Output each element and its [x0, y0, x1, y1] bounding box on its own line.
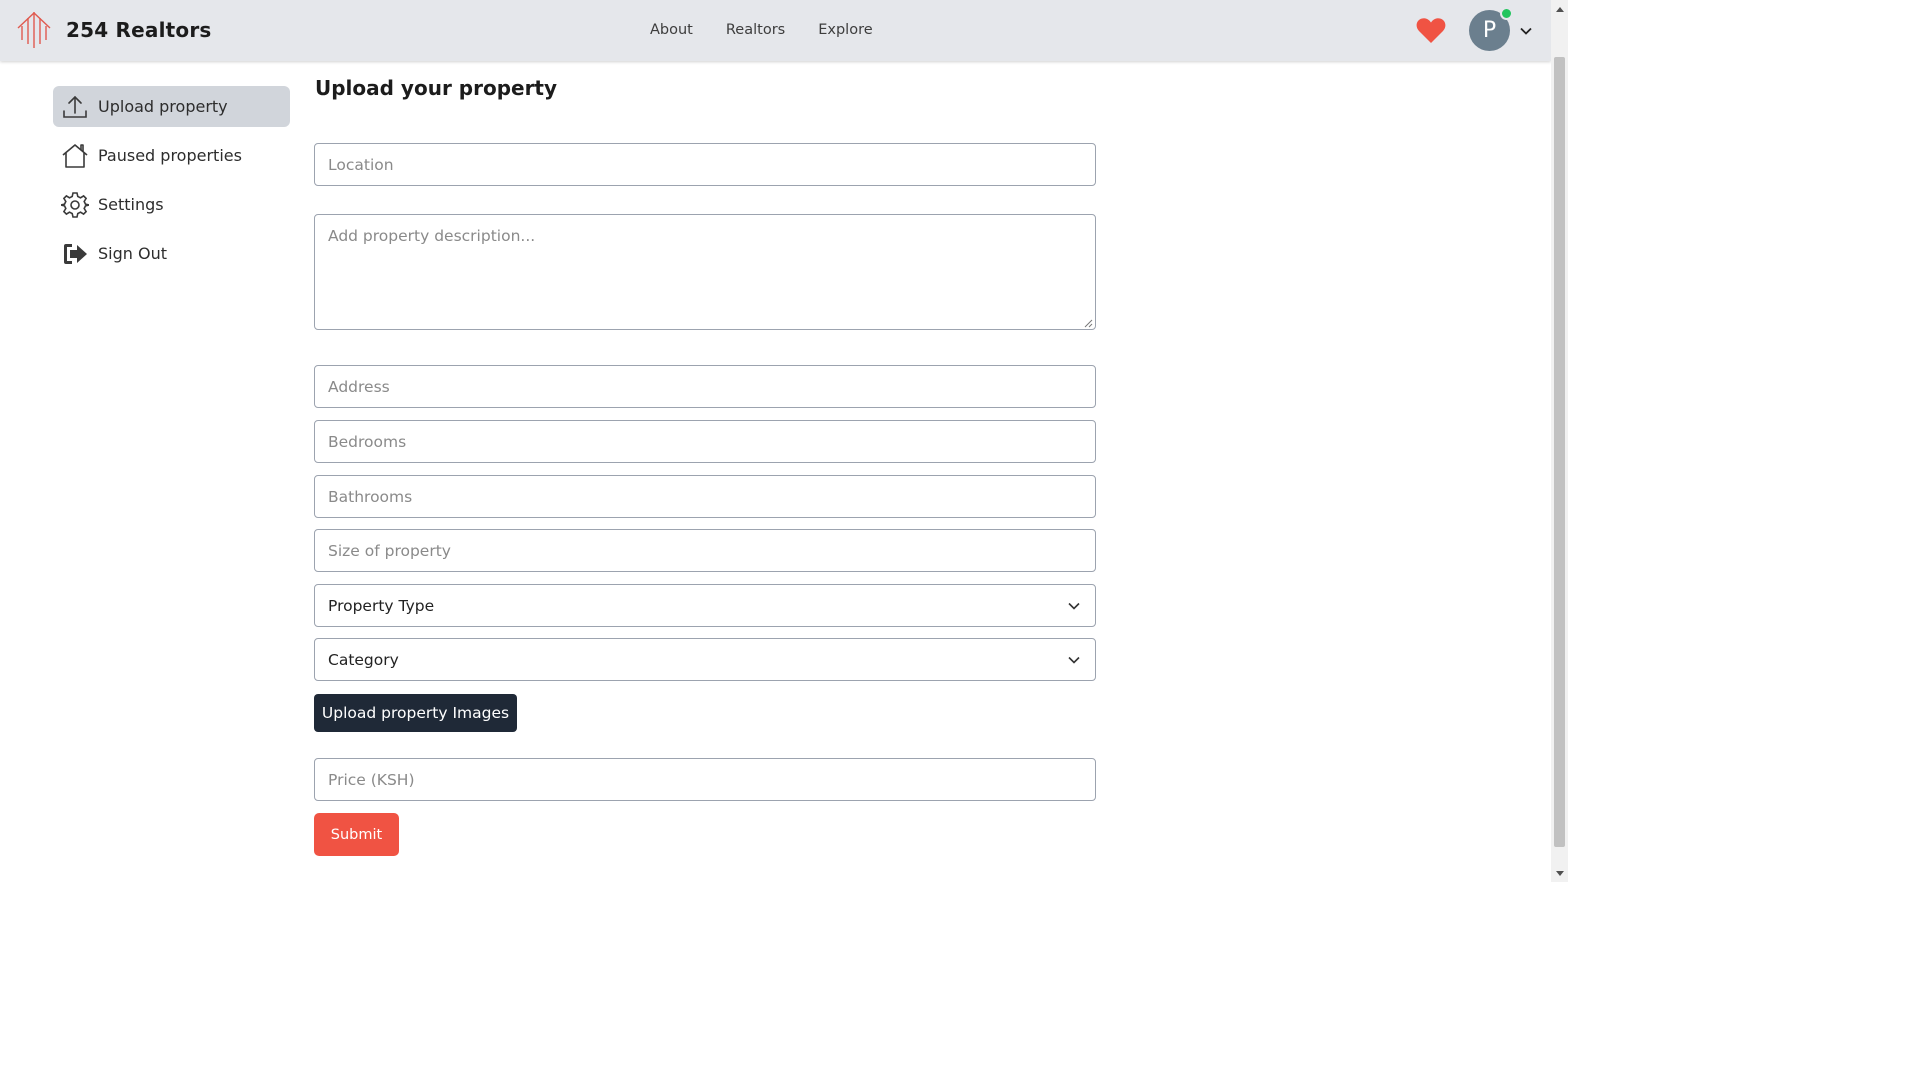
- chevron-down-icon[interactable]: [1519, 24, 1533, 38]
- resize-handle-icon[interactable]: [1083, 318, 1093, 328]
- chevron-down-icon: [1068, 602, 1080, 610]
- logo-icon: [17, 12, 51, 48]
- sidebar-item-label: Paused properties: [98, 146, 242, 165]
- nav-explore[interactable]: Explore: [818, 22, 872, 38]
- bedrooms-input[interactable]: [314, 420, 1096, 463]
- scroll-thumb[interactable]: [1554, 57, 1565, 847]
- category-select[interactable]: Category: [314, 638, 1096, 681]
- sidebar-item-label: Settings: [98, 195, 164, 214]
- bathrooms-input[interactable]: [314, 475, 1096, 518]
- sidebar-item-sign-out[interactable]: Sign Out: [53, 233, 290, 274]
- property-type-select[interactable]: Property Type: [314, 584, 1096, 627]
- online-status-dot: [1500, 7, 1513, 20]
- top-navbar: 254 Realtors About Realtors Explore P: [0, 0, 1551, 61]
- page-title: Upload your property: [315, 76, 558, 100]
- scroll-down-arrow-icon[interactable]: [1551, 865, 1568, 882]
- sidebar-item-paused-properties[interactable]: Paused properties: [53, 135, 290, 176]
- chevron-down-icon: [1068, 656, 1080, 664]
- avatar-initial: P: [1482, 18, 1497, 43]
- submit-button[interactable]: Submit: [314, 813, 399, 856]
- nav-realtors[interactable]: Realtors: [726, 22, 785, 38]
- brand-name: 254 Realtors: [66, 18, 212, 42]
- brand[interactable]: 254 Realtors: [16, 10, 212, 50]
- upload-icon: [61, 93, 89, 121]
- description-textarea[interactable]: [314, 214, 1096, 330]
- price-input[interactable]: [314, 758, 1096, 801]
- nav-about[interactable]: About: [650, 22, 693, 38]
- heart-icon[interactable]: [1416, 16, 1446, 44]
- location-input[interactable]: [314, 143, 1096, 186]
- main-nav: About Realtors Explore: [650, 22, 906, 38]
- sign-out-icon: [61, 240, 89, 268]
- vertical-scrollbar[interactable]: [1551, 0, 1568, 882]
- sidebar-item-upload-property[interactable]: Upload property: [53, 86, 290, 127]
- address-input[interactable]: [314, 365, 1096, 408]
- property-type-value: Property Type: [328, 596, 435, 615]
- sidebar: Upload property Paused properties Settin…: [53, 86, 290, 282]
- upload-images-button[interactable]: Upload property Images: [314, 694, 517, 732]
- sidebar-item-label: Sign Out: [98, 244, 167, 263]
- scroll-up-arrow-icon[interactable]: [1551, 0, 1568, 17]
- category-value: Category: [328, 650, 399, 669]
- size-input[interactable]: [314, 529, 1096, 572]
- gear-icon: [61, 191, 89, 219]
- home-icon: [61, 142, 89, 170]
- sidebar-item-settings[interactable]: Settings: [53, 184, 290, 225]
- sidebar-item-label: Upload property: [98, 97, 228, 116]
